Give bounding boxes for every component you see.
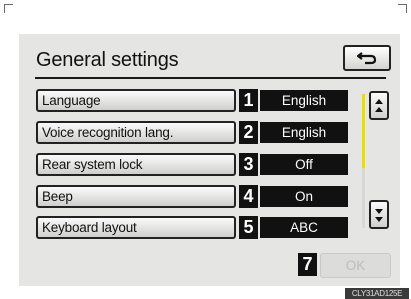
rear-system-lock-value: Off (260, 154, 348, 175)
setting-row-keyboard-layout: Keyboard layout 5 ABC (36, 216, 351, 239)
callout-number: 5 (239, 216, 258, 239)
beep-button[interactable]: Beep (36, 185, 236, 208)
rear-system-lock-button[interactable]: Rear system lock (36, 153, 236, 176)
scroll-up-arrows-icon (375, 98, 383, 112)
keyboard-layout-button[interactable]: Keyboard layout (36, 216, 236, 239)
crop-mark-top-right (398, 4, 407, 13)
setting-row-rear-system-lock: Rear system lock 3 Off (36, 153, 351, 176)
back-button[interactable] (343, 45, 391, 71)
setting-row-voice-recognition: Voice recognition lang. 2 English (36, 121, 351, 144)
general-settings-screen: General settings Language 1 English Voic… (19, 34, 400, 286)
voice-recognition-value: English (260, 122, 348, 143)
keyboard-layout-value: ABC (260, 217, 348, 238)
setting-row-beep: Beep 4 On (36, 185, 351, 208)
title-divider (35, 77, 386, 79)
ok-button[interactable]: OK (320, 253, 391, 278)
callout-number: 3 (239, 153, 258, 176)
callout-number: 4 (239, 185, 258, 208)
scrollbar-thumb[interactable] (362, 94, 365, 168)
setting-row-language: Language 1 English (36, 89, 351, 112)
callout-number: 2 (239, 121, 258, 144)
language-value: English (260, 90, 348, 111)
language-button[interactable]: Language (36, 89, 236, 112)
back-arrow-icon (356, 52, 377, 65)
image-code-label: CLY31AD125E (345, 288, 409, 299)
beep-value: On (260, 186, 348, 207)
voice-recognition-button[interactable]: Voice recognition lang. (36, 121, 236, 144)
page-title: General settings (36, 49, 179, 71)
scroll-up-button[interactable] (369, 91, 389, 120)
scroll-down-arrows-icon (375, 208, 383, 222)
callout-number: 7 (298, 253, 317, 276)
crop-mark-top-left (4, 4, 13, 13)
callout-number: 1 (239, 89, 258, 112)
scroll-down-button[interactable] (369, 200, 389, 229)
